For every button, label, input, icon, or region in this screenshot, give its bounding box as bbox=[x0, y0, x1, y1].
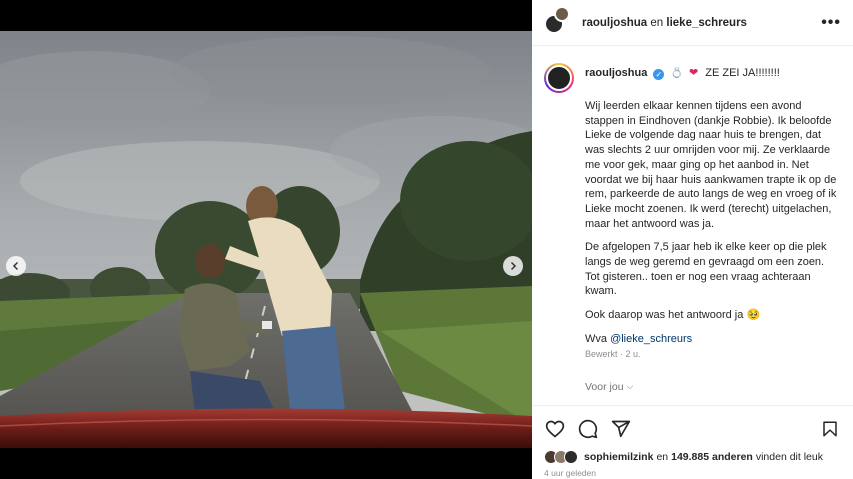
likes-suffix: vinden dit leuk bbox=[755, 451, 823, 463]
likes-count-link[interactable]: 149.885 anderen bbox=[671, 451, 753, 463]
comment-button[interactable] bbox=[577, 418, 599, 440]
avatar bbox=[564, 450, 578, 464]
coauthor-username-link[interactable]: lieke_schreurs bbox=[666, 17, 747, 29]
collab-avatars[interactable] bbox=[544, 5, 570, 36]
proposal-scene-illustration bbox=[0, 31, 532, 448]
more-options-icon[interactable]: ••• bbox=[821, 14, 841, 31]
mention-link[interactable]: @lieke_schreurs bbox=[610, 333, 692, 345]
share-button[interactable] bbox=[610, 418, 632, 440]
author-connector: en bbox=[650, 16, 664, 29]
liker-avatars bbox=[544, 450, 578, 464]
avatar bbox=[554, 5, 570, 22]
caption-body: Wij leerden elkaar kennen tijdens een av… bbox=[585, 99, 839, 347]
chevron-right-icon bbox=[510, 261, 517, 271]
post-actions-section: sophiemilzink en 149.885 anderen vinden … bbox=[532, 405, 853, 479]
like-button[interactable] bbox=[544, 418, 566, 440]
media-bottom-bar bbox=[0, 448, 532, 479]
credit-prefix: Wva bbox=[585, 332, 607, 345]
heart-icon bbox=[545, 420, 565, 438]
next-photo-button[interactable] bbox=[503, 256, 523, 276]
caption-first-line: raouljoshua ✓ 💍 ❤ ZE ZEI JA!!!!!!!! bbox=[585, 65, 780, 82]
post-photo[interactable] bbox=[0, 31, 532, 448]
edited-meta: Bewerkt · 2 u. bbox=[585, 349, 839, 359]
post-authors: raouljoshua en lieke_schreurs bbox=[582, 17, 821, 29]
previous-photo-button[interactable] bbox=[6, 256, 26, 276]
verified-badge-icon: ✓ bbox=[653, 69, 665, 80]
post-header: raouljoshua en lieke_schreurs ••• bbox=[532, 0, 853, 46]
caption-paragraph: Ook daarop was het antwoord ja 🥹 bbox=[585, 308, 839, 323]
save-button[interactable] bbox=[819, 418, 841, 440]
caption-username-link[interactable]: raouljoshua bbox=[585, 67, 647, 79]
for-you-toggle[interactable]: Voor jou ⌵ bbox=[585, 381, 839, 393]
caption-header: raouljoshua ✓ 💍 ❤ ZE ZEI JA!!!!!!!! bbox=[544, 61, 839, 93]
caption-paragraph: De afgelopen 7,5 jaar heb ik elke keer o… bbox=[585, 241, 827, 298]
author-username-link[interactable]: raouljoshua bbox=[582, 17, 647, 29]
ring-emoji: 💍 bbox=[670, 68, 683, 79]
caption-paragraph: Wij leerden elkaar kennen tijdens een av… bbox=[585, 100, 837, 230]
story-ring-avatar[interactable] bbox=[544, 63, 574, 93]
likes-connector: en bbox=[656, 451, 669, 463]
liker-username-link[interactable]: sophiemilzink bbox=[584, 451, 653, 463]
caption-section: raouljoshua ✓ 💍 ❤ ZE ZEI JA!!!!!!!! Wij … bbox=[532, 47, 853, 405]
avatar bbox=[546, 65, 572, 91]
likes-summary: sophiemilzink en 149.885 anderen vinden … bbox=[544, 449, 841, 465]
meta-separator: · bbox=[620, 348, 624, 359]
for-you-label: Voor jou bbox=[585, 380, 624, 393]
caption-credit: Wva @lieke_schreurs bbox=[585, 332, 839, 347]
comment-icon bbox=[578, 419, 598, 439]
edited-label: Bewerkt bbox=[585, 348, 618, 359]
action-bar bbox=[544, 409, 841, 449]
chevron-left-icon bbox=[12, 261, 19, 271]
heart-emoji: ❤ bbox=[688, 67, 699, 79]
caption-paragraph-text: Ook daarop was het antwoord ja bbox=[585, 309, 744, 322]
bookmark-icon bbox=[823, 421, 837, 437]
caption-headline: ZE ZEI JA!!!!!!!! bbox=[705, 67, 780, 79]
post-media-panel bbox=[0, 0, 532, 479]
pleading-face-emoji: 🥹 bbox=[746, 309, 761, 322]
share-icon bbox=[611, 420, 631, 438]
chevron-down-icon: ⌵ bbox=[626, 381, 634, 392]
post-timestamp: 4 uur geleden bbox=[544, 468, 596, 478]
edited-age: 2 u. bbox=[625, 348, 641, 359]
post-side-panel: raouljoshua en lieke_schreurs ••• raoulj… bbox=[532, 0, 853, 479]
